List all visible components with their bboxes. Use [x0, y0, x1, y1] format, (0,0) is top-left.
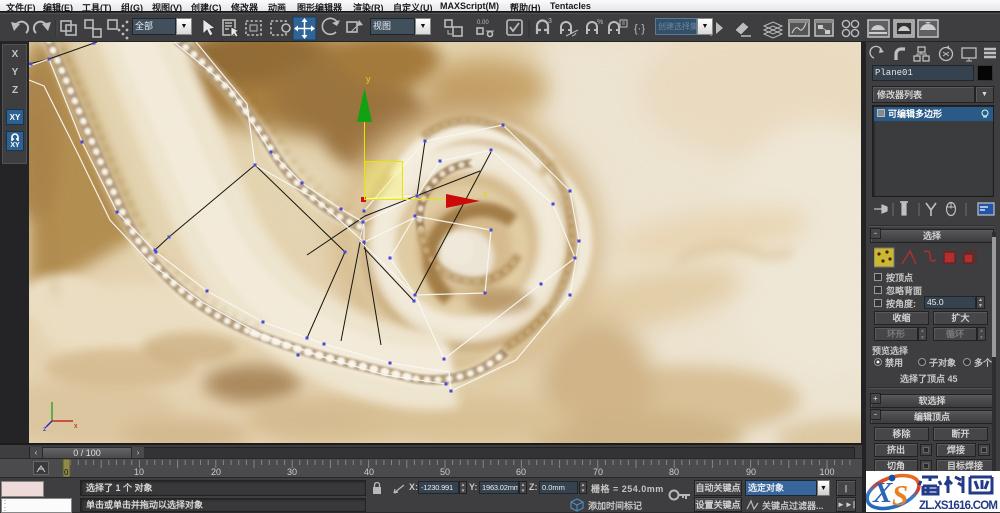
svg-text:30: 30: [287, 467, 297, 477]
svg-text:ZL.XS1616.COM: ZL.XS1616.COM: [919, 500, 998, 512]
svg-text:70: 70: [593, 467, 603, 477]
svg-text:x: x: [483, 189, 488, 199]
svg-text:40: 40: [364, 467, 374, 477]
svg-text:y: y: [366, 74, 371, 84]
svg-text:0.00: 0.00: [477, 20, 489, 26]
svg-text:20: 20: [211, 467, 221, 477]
svg-text:90: 90: [746, 467, 756, 477]
svg-text:x: x: [74, 423, 78, 430]
svg-text:80: 80: [669, 467, 679, 477]
svg-text:50: 50: [440, 467, 450, 477]
svg-text:0: 0: [64, 468, 69, 477]
svg-text:%: %: [597, 19, 603, 26]
svg-text:3: 3: [548, 18, 552, 25]
svg-text:X: X: [872, 477, 893, 509]
svg-text:z: z: [43, 426, 47, 433]
svg-text:S: S: [892, 480, 908, 512]
svg-text:{·}: {·}: [634, 23, 645, 35]
svg-text:10: 10: [134, 467, 144, 477]
svg-text:60: 60: [516, 467, 526, 477]
svg-text:100: 100: [819, 467, 834, 477]
